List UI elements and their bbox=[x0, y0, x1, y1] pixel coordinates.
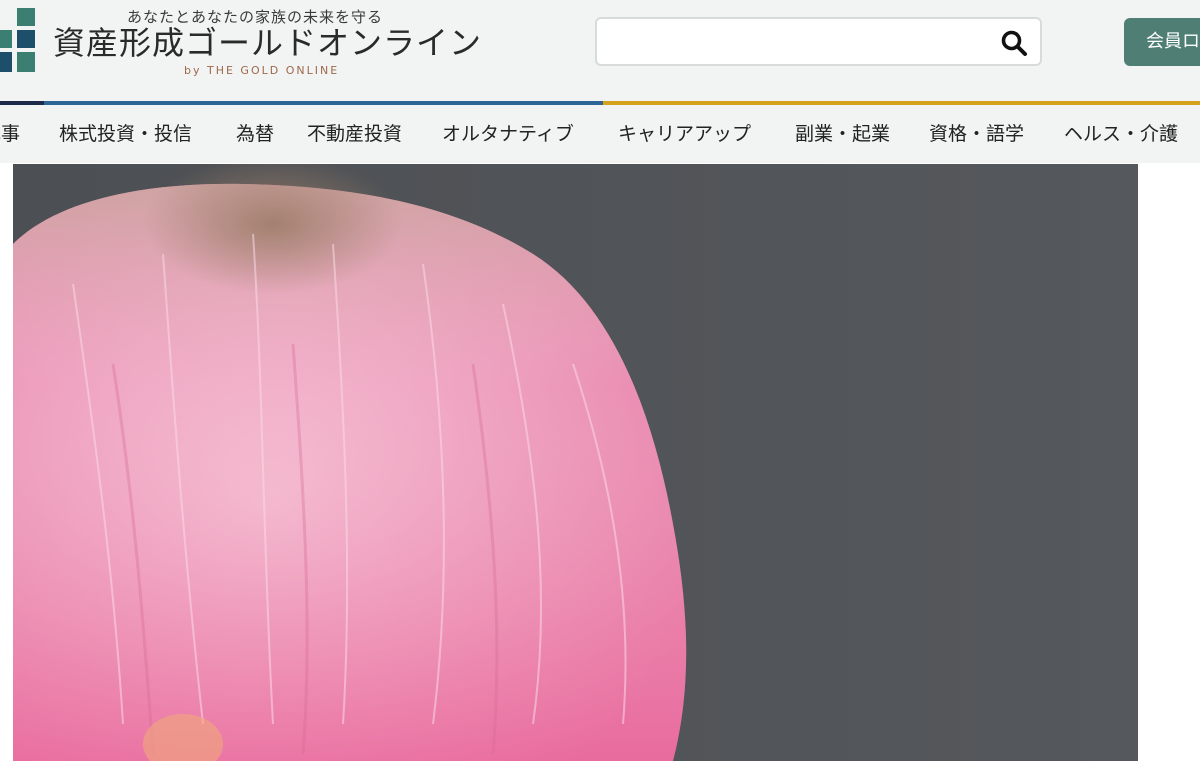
site-subtitle: by THE GOLD ONLINE bbox=[184, 64, 340, 77]
pink-hair-photo bbox=[13, 164, 1138, 761]
site-logo-icon[interactable] bbox=[0, 8, 36, 74]
nav-item-forex[interactable]: 為替 bbox=[236, 122, 274, 146]
category-nav: 記事 株式投資・投信 為替 不動産投資 オルタナティブ キャリアアップ 副業・起… bbox=[0, 105, 1200, 163]
hero-image[interactable] bbox=[13, 164, 1138, 761]
nav-item-alternative[interactable]: オルタナティブ bbox=[442, 122, 574, 146]
nav-item-side-business[interactable]: 副業・起業 bbox=[795, 122, 890, 146]
search-box bbox=[595, 17, 1042, 66]
search-input[interactable] bbox=[607, 27, 991, 59]
search-icon[interactable] bbox=[1000, 29, 1028, 57]
nav-item-real-estate[interactable]: 不動産投資 bbox=[307, 122, 402, 146]
nav-item-articles[interactable]: 記事 bbox=[0, 122, 20, 146]
nav-item-health[interactable]: ヘルス・介護 bbox=[1064, 122, 1178, 146]
site-header: あなたとあなたの家族の未来を守る 資産形成ゴールドオンライン by THE GO… bbox=[0, 0, 1200, 101]
nav-item-stocks[interactable]: 株式投資・投信 bbox=[59, 122, 192, 146]
member-login-button[interactable]: 会員ロ bbox=[1124, 18, 1200, 66]
nav-item-career[interactable]: キャリアアップ bbox=[618, 122, 751, 146]
nav-item-qualifications[interactable]: 資格・語学 bbox=[929, 122, 1024, 146]
site-title[interactable]: 資産形成ゴールドオンライン bbox=[53, 24, 482, 62]
